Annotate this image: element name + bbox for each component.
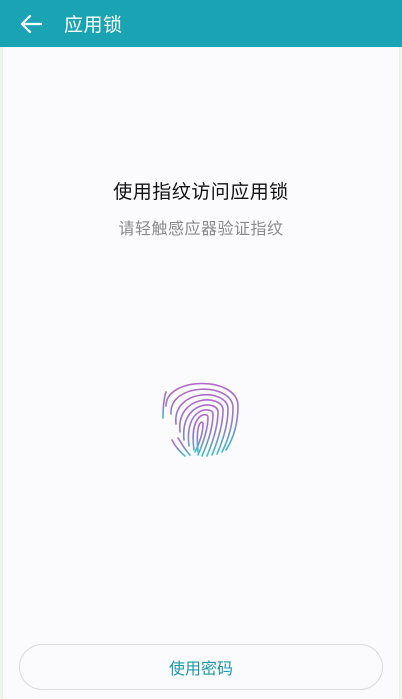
arrow-left-icon <box>20 14 42 33</box>
back-button[interactable] <box>0 0 62 47</box>
main-content: 使用指纹访问应用锁 请轻触感应器验证指纹 使用密码 <box>2 47 400 699</box>
fingerprint-heading: 使用指纹访问应用锁 <box>113 181 289 203</box>
use-password-button[interactable]: 使用密码 <box>19 644 383 690</box>
fingerprint-icon <box>162 382 239 457</box>
fingerprint-instruction: 请轻触感应器验证指纹 <box>118 219 284 238</box>
page-title: 应用锁 <box>64 14 123 36</box>
app-bar: 应用锁 <box>0 0 402 47</box>
